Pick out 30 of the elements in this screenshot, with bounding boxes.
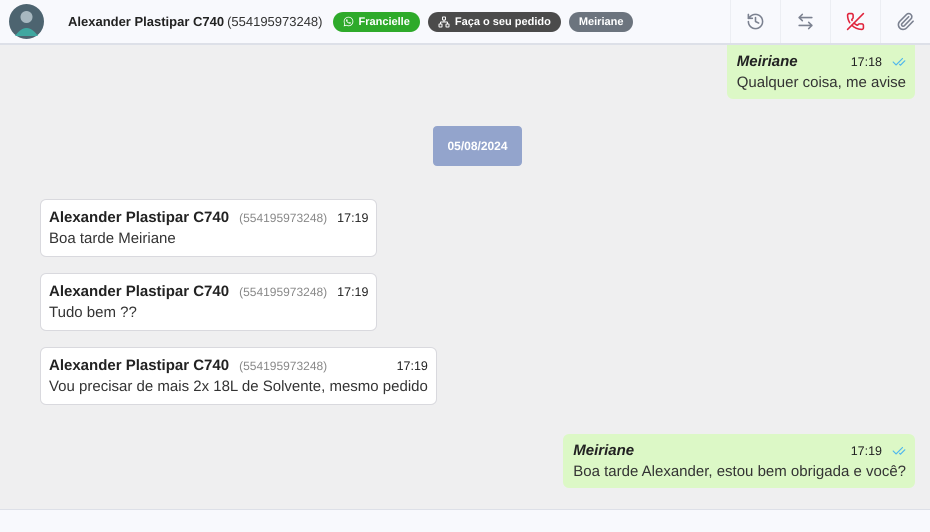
tag[interactable]: Meiriane [568, 12, 634, 32]
whatsapp-icon [342, 16, 354, 27]
history-icon [746, 12, 765, 31]
avatar [9, 4, 44, 39]
sender-name: Alexander Plastipar C740 [49, 357, 230, 374]
message-time: 17:19 [850, 444, 882, 458]
paperclip-icon [896, 12, 915, 31]
message-time: 17:18 [850, 55, 882, 69]
sender-phone: (554195973248) [239, 285, 328, 299]
hierarchy-icon [438, 16, 450, 28]
message-text: Boa tarde Meiriane [49, 230, 177, 247]
message-time: 17:19 [337, 211, 368, 225]
sender-name: Alexander Plastipar C740 [49, 283, 230, 300]
message-time: 17:19 [396, 359, 428, 373]
message-text: Boa tarde Alexander, estou bem obrigada e você? [573, 463, 906, 480]
sender-phone: (554195973248) [239, 211, 328, 225]
sender-phone: (554195973248) [239, 359, 328, 373]
swap-arrows-icon [796, 12, 815, 31]
message-text: Qualquer coisa, me avise [736, 74, 906, 91]
sender-name: Alexander Plastipar C740 [49, 209, 230, 226]
sender-name: Meiriane [736, 53, 798, 70]
sender-name: Meiriane [573, 442, 634, 459]
phone-off-icon [846, 12, 865, 31]
tag[interactable]: Faça o seu pedido [428, 12, 561, 32]
contact-name: Alexander Plastipar C740 [68, 14, 224, 29]
message-text: Vou precisar de mais 2x 18L de Solvente, mesmo pedido [49, 378, 428, 395]
contact-phone: (554195973248) [227, 14, 322, 29]
tag[interactable]: Francielle [332, 12, 420, 32]
message-text: Tudo bem ?? [49, 304, 138, 321]
message-time: 17:19 [337, 285, 368, 299]
